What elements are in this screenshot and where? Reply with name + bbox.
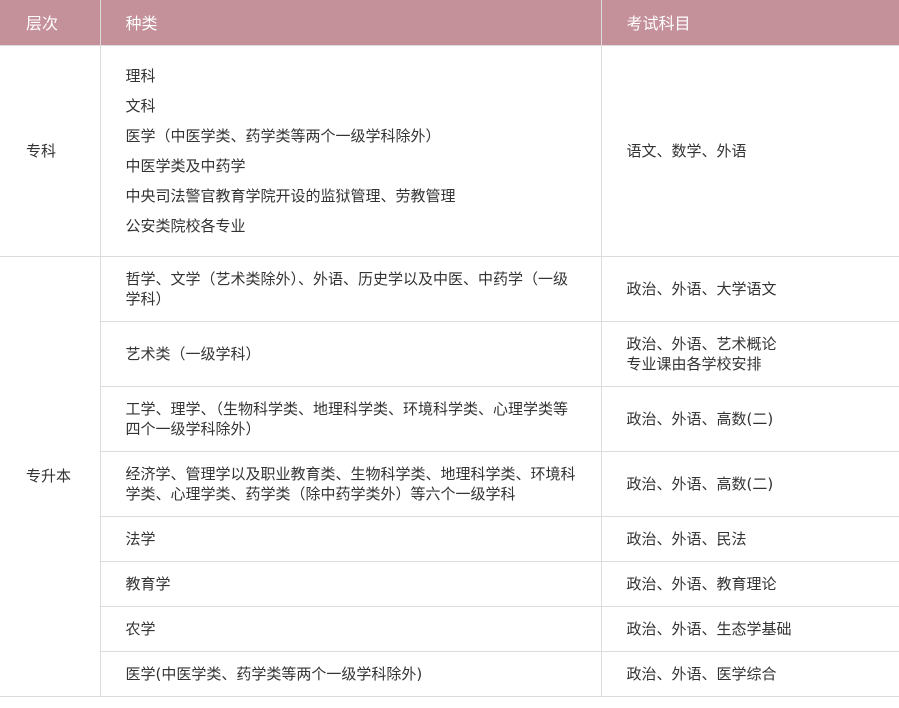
subjects-cell: 政治、外语、高数(二) [600,450,899,517]
category-cell: 哲学、文学（艺术类除外）、外语、历史学以及中医、中药学（一级学科） [99,255,602,322]
category-text: 哲学、文学（艺术类除外）、外语、历史学以及中医、中药学（一级学科） [125,269,569,308]
category-cell: 法学 [100,515,602,562]
category-text: 经济学、管理学以及职业教育类、生物科学类、地理科学类、环境科学类、心理学类、药学… [125,464,576,503]
subjects-note: 专业课由各学校安排 [626,354,762,373]
table-row: 法学 政治、外语、民法 [0,515,899,562]
category-item: 中央司法警官教育学院开设的监狱管理、劳教管理 [125,186,456,205]
category-item: 文科 [125,96,156,115]
category-item: 公安类院校各专业 [125,216,246,235]
table-header-row: 层次 种类 考试科目 [0,0,899,45]
subjects-cell: 政治、外语、民法 [600,515,899,562]
table-row: 专升本 哲学、文学（艺术类除外）、外语、历史学以及中医、中药学（一级学科） 政治… [0,255,899,697]
header-category: 种类 [100,0,602,45]
category-cell: 医学(中医学类、药学类等两个一级学科除外) [100,650,602,697]
category-cell: 理科 文科 医学（中医学类、药学类等两个一级学科除外） 中医学类及中药学 中央司… [99,44,602,257]
table-row: 专科 理科 文科 医学（中医学类、药学类等两个一级学科除外） 中医学类及中药学 … [0,44,899,257]
category-cell: 艺术类（一级学科） [100,320,602,387]
category-cell: 工学、理学、（生物科学类、地理科学类、环境科学类、心理学类等四个一级学科除外） [100,385,602,452]
subjects-cell: 政治、外语、生态学基础 [600,605,899,652]
category-item: 中医学类及中药学 [125,156,246,175]
category-item: 理科 [125,66,156,85]
category-item: 医学（中医学类、药学类等两个一级学科除外） [125,126,441,145]
table-row: 医学(中医学类、药学类等两个一级学科除外) 政治、外语、医学综合 [0,650,899,697]
category-text: 工学、理学、（生物科学类、地理科学类、环境科学类、心理学类等四个一级学科除外） [125,399,569,438]
subjects-text: 政治、外语、艺术概论 [626,334,777,353]
table-row: 工学、理学、（生物科学类、地理科学类、环境科学类、心理学类等四个一级学科除外） … [0,385,899,452]
exam-subjects-table: 层次 种类 考试科目 专科 理科 文科 医学（中医学类、药学类等两个一级学科除外… [0,0,899,697]
subjects-cell: 语文、数学、外语 [600,44,899,257]
header-subjects: 考试科目 [601,0,899,45]
category-cell: 教育学 [100,560,602,607]
level-cell-zhuanshengben: 专升本 [0,255,101,697]
table-row: 经济学、管理学以及职业教育类、生物科学类、地理科学类、环境科学类、心理学类、药学… [0,450,899,517]
table-row: 艺术类（一级学科） 政治、外语、艺术概论 专业课由各学校安排 [0,320,899,387]
subjects-cell: 政治、外语、大学语文 [600,255,899,322]
category-cell: 经济学、管理学以及职业教育类、生物科学类、地理科学类、环境科学类、心理学类、药学… [100,450,602,517]
table-row: 农学 政治、外语、生态学基础 [0,605,899,652]
header-level: 层次 [0,0,101,45]
table-row: 教育学 政治、外语、教育理论 [0,560,899,607]
level-cell-zhuanke: 专科 [0,44,101,257]
subjects-cell: 政治、外语、医学综合 [600,650,899,697]
category-cell: 农学 [100,605,602,652]
subjects-cell: 政治、外语、艺术概论 专业课由各学校安排 [600,320,899,387]
subjects-cell: 政治、外语、教育理论 [600,560,899,607]
subjects-cell: 政治、外语、高数(二) [600,385,899,452]
